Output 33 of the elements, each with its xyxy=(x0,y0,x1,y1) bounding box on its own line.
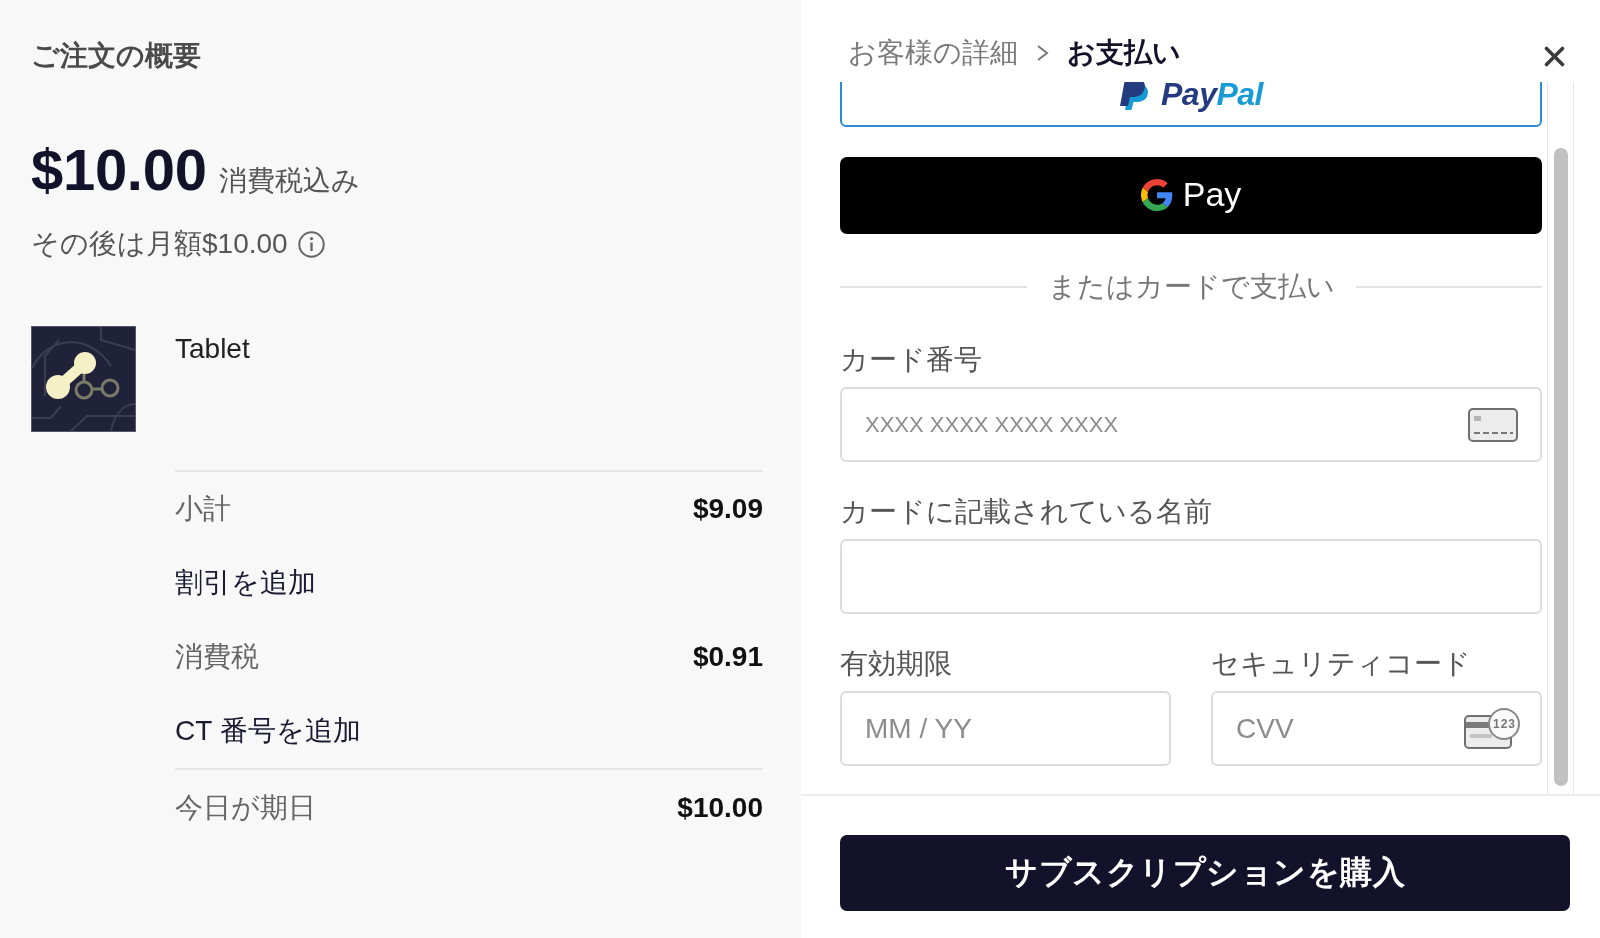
g-logo-icon xyxy=(1140,178,1173,211)
breadcrumb-step[interactable]: お客様の詳細 xyxy=(848,38,1018,68)
field-label: カード番号 xyxy=(840,345,982,375)
summary-link[interactable]: 割引を追加 xyxy=(175,568,316,598)
summary-title: ご注文の概要 xyxy=(31,42,201,70)
credit-card-icon xyxy=(1468,407,1518,442)
paypal-button[interactable]: PayPal xyxy=(840,82,1542,127)
p-monogram-icon xyxy=(1119,82,1149,110)
summary-link[interactable]: CT 番号を追加 xyxy=(175,716,361,746)
summary-line-label: 消費税 xyxy=(175,642,259,672)
purchase-button[interactable]: サブスクリプションを購入 xyxy=(840,835,1570,911)
total-price: $10.00 xyxy=(31,141,207,199)
info-icon[interactable] xyxy=(297,230,325,258)
total-amount: $10.00 xyxy=(677,793,763,823)
expiry-date-field[interactable]: MM / YY xyxy=(840,691,1171,766)
separator-text: またはカードで支払い xyxy=(1047,272,1335,302)
field-label: カードに記載されている名前 xyxy=(840,497,1212,527)
field-label: セキュリティコード xyxy=(1211,649,1471,679)
breadcrumb-step: お支払い xyxy=(1067,38,1181,68)
scrollbar-thumb[interactable] xyxy=(1554,148,1568,786)
card-number-field[interactable]: XXXX XXXX XXXX XXXX xyxy=(840,387,1542,462)
product-name: Tablet xyxy=(175,335,250,363)
cardholder-name-field[interactable] xyxy=(840,539,1542,614)
field-label: 有効期限 xyxy=(840,649,952,679)
total-label: 今日が期日 xyxy=(175,793,316,823)
summary-line-amount: $0.91 xyxy=(692,642,763,672)
tax-included-note: 消費税込み xyxy=(218,164,360,198)
recurring-price-note: その後は月額$10.00 xyxy=(31,230,288,258)
gpay-button[interactable]: Pay xyxy=(840,157,1542,234)
chevron-right-icon xyxy=(1036,44,1049,62)
close-icon[interactable] xyxy=(1544,46,1565,67)
summary-line-label: 小計 xyxy=(175,494,231,524)
summary-line-amount: $9.09 xyxy=(692,494,763,524)
